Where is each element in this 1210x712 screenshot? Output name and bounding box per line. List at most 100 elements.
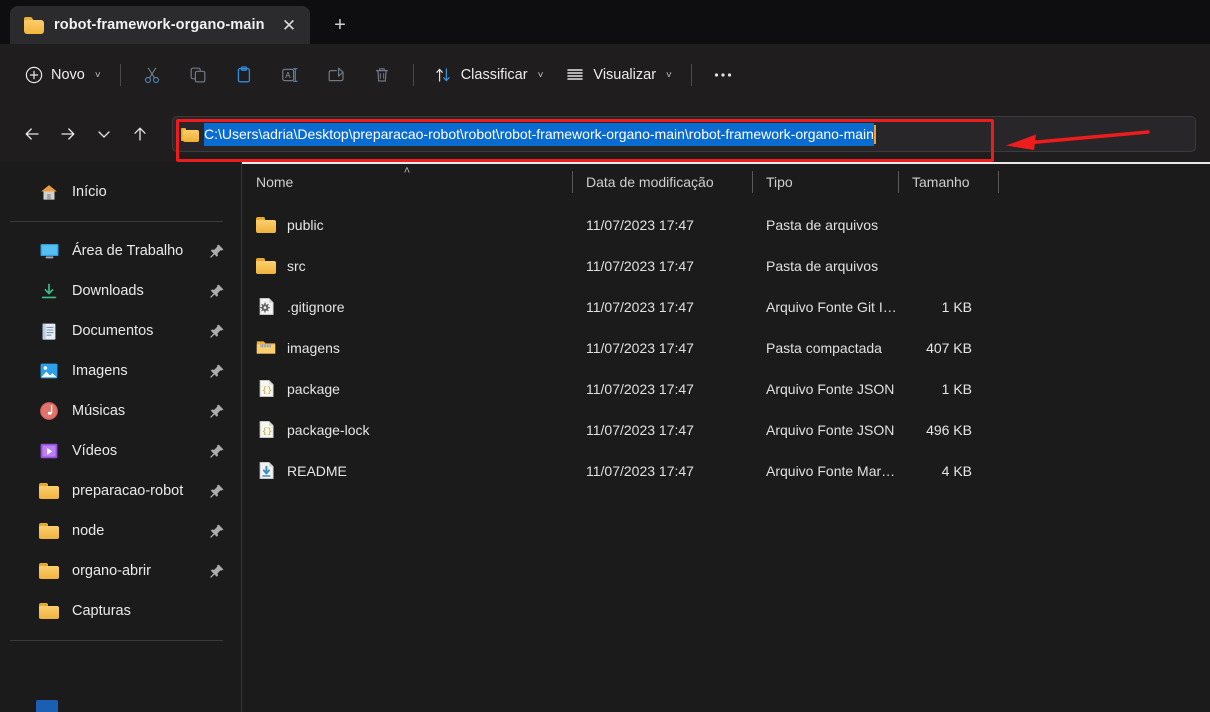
sidebar-item-capturas[interactable]: Capturas — [8, 591, 233, 631]
json-file-icon: {} — [256, 420, 276, 440]
json-file-icon: {} — [256, 379, 276, 399]
row-name-cell: README — [242, 461, 572, 481]
rename-icon: A — [280, 65, 300, 85]
file-name: package — [287, 380, 340, 397]
more-options-button[interactable] — [700, 56, 746, 94]
sort-button[interactable]: Classificar ˅ — [422, 56, 555, 94]
rename-button[interactable]: A — [267, 56, 313, 94]
documents-icon — [38, 321, 60, 341]
recent-locations-button[interactable] — [86, 116, 122, 152]
pin-icon[interactable] — [209, 283, 227, 299]
row-name-cell: public — [242, 215, 572, 235]
paste-button[interactable] — [221, 56, 267, 94]
view-button[interactable]: Visualizar ˅ — [554, 56, 682, 94]
row-date-cell: 11/07/2023 17:47 — [586, 421, 694, 438]
table-row[interactable]: {} package 11/07/2023 17:47 Arquivo Font… — [242, 368, 1210, 409]
column-header-size[interactable]: Tamanho — [898, 164, 998, 200]
row-name-cell: {} package-lock — [242, 420, 572, 440]
annotation-arrow-icon — [1006, 130, 1150, 150]
row-name-cell: imagens — [242, 338, 572, 358]
share-icon — [326, 65, 346, 85]
pin-icon[interactable] — [209, 563, 227, 579]
pin-icon[interactable] — [209, 403, 227, 419]
svg-text:{}: {} — [262, 385, 272, 395]
share-button[interactable] — [313, 56, 359, 94]
sidebar-divider-2 — [10, 640, 223, 641]
sidebar-item-label: node — [72, 523, 105, 539]
trash-icon — [372, 65, 392, 85]
plus-circle-icon — [25, 66, 43, 84]
sidebar-item-downloads[interactable]: Downloads — [8, 271, 233, 311]
sidebar-item-organo-abrir[interactable]: organo-abrir — [8, 551, 233, 591]
pin-icon[interactable] — [209, 443, 227, 459]
table-row[interactable]: {} package-lock 11/07/2023 17:47 Arquivo… — [242, 409, 1210, 450]
column-header-date[interactable]: Data de modificação — [572, 164, 752, 200]
back-button[interactable] — [14, 116, 50, 152]
pin-icon[interactable] — [209, 523, 227, 539]
row-date-cell: 11/07/2023 17:47 — [586, 298, 694, 315]
file-name: README — [287, 462, 347, 479]
pin-icon[interactable] — [209, 483, 227, 499]
row-type-cell: Arquivo Fonte JSON — [766, 421, 895, 438]
tab-active[interactable]: robot-framework-organo-main ✕ — [10, 6, 310, 44]
pin-icon[interactable] — [209, 323, 227, 339]
sidebar-item-label: Imagens — [72, 363, 128, 379]
table-row[interactable]: imagens 11/07/2023 17:47 Pasta compactad… — [242, 327, 1210, 368]
sidebar-divider-1 — [10, 221, 223, 222]
sidebar-item-musicas[interactable]: Músicas — [8, 391, 233, 431]
delete-button[interactable] — [359, 56, 405, 94]
sidebar-item-node[interactable]: node — [8, 511, 233, 551]
home-icon — [38, 182, 60, 202]
explorer-body: Início Área de Trabalho Downloads Docume… — [0, 162, 1210, 712]
new-button[interactable]: Novo ˅ — [14, 56, 112, 94]
sidebar-item-label: Vídeos — [72, 443, 118, 459]
row-size-cell: 1 KB — [941, 298, 972, 315]
gear-file-icon — [256, 297, 276, 317]
table-row[interactable]: .gitignore 11/07/2023 17:47 Arquivo Font… — [242, 286, 1210, 327]
toolbar-divider-3 — [690, 64, 692, 86]
sidebar-item-partial[interactable] — [36, 700, 58, 712]
folder-icon — [38, 521, 60, 541]
new-tab-button[interactable]: + — [322, 8, 358, 42]
sidebar-item-inicio[interactable]: Início — [8, 172, 233, 212]
table-row[interactable]: README 11/07/2023 17:47 Arquivo Fonte Ma… — [242, 450, 1210, 491]
scissors-icon — [142, 65, 162, 85]
up-button[interactable] — [122, 116, 158, 152]
sidebar-item-label: Início — [72, 184, 107, 200]
close-icon[interactable]: ✕ — [274, 11, 304, 39]
cut-button[interactable] — [129, 56, 175, 94]
chevron-down-icon: ˅ — [537, 69, 544, 81]
table-row[interactable]: public 11/07/2023 17:47 Pasta de arquivo… — [242, 204, 1210, 245]
sidebar-item-area-de-trabalho[interactable]: Área de Trabalho — [8, 231, 233, 271]
file-explorer-window: robot-framework-organo-main ✕ + Novo ˅ A… — [0, 0, 1210, 712]
forward-button[interactable] — [50, 116, 86, 152]
pictures-icon — [38, 361, 60, 381]
toolbar-divider — [119, 64, 121, 86]
videos-icon — [38, 441, 60, 461]
copy-icon — [188, 65, 208, 85]
folder-icon — [38, 601, 60, 621]
pin-icon[interactable] — [209, 243, 227, 259]
sidebar-item-videos[interactable]: Vídeos — [8, 431, 233, 471]
command-bar: Novo ˅ A Classificar ˅ Visualizar ˅ — [0, 44, 1210, 106]
column-header-type[interactable]: Tipo — [752, 164, 898, 200]
sidebar-item-label: Documentos — [72, 323, 154, 339]
sidebar-item-label: Músicas — [72, 403, 126, 419]
file-name: src — [287, 257, 306, 274]
column-header-name[interactable]: Nome ˄ — [242, 164, 572, 200]
folder-icon — [24, 16, 44, 34]
column-header-type-label: Tipo — [766, 174, 793, 190]
folder-icon — [256, 256, 276, 276]
table-row[interactable]: src 11/07/2023 17:47 Pasta de arquivos — [242, 245, 1210, 286]
file-name: .gitignore — [287, 298, 345, 315]
copy-button[interactable] — [175, 56, 221, 94]
sidebar-item-documentos[interactable]: Documentos — [8, 311, 233, 351]
sidebar-item-imagens[interactable]: Imagens — [8, 351, 233, 391]
title-bar: robot-framework-organo-main ✕ + — [0, 0, 1210, 44]
folder-icon — [181, 127, 199, 142]
sidebar-item-preparacao-robot[interactable]: preparacao-robot — [8, 471, 233, 511]
column-header-size-label: Tamanho — [912, 174, 970, 190]
address-path-text[interactable]: C:\Users\adria\Desktop\preparacao-robot\… — [204, 122, 874, 146]
row-type-cell: Arquivo Fonte Git I… — [766, 298, 897, 315]
pin-icon[interactable] — [209, 363, 227, 379]
